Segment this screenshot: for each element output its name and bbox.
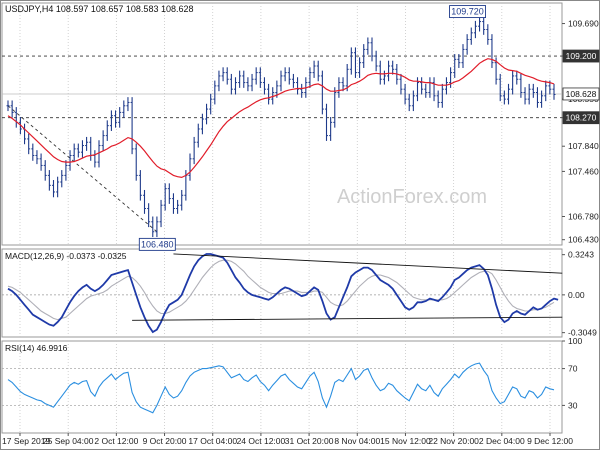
macd-y-tick-label: 0.3243 bbox=[568, 250, 594, 260]
current-price-label: 108.628 bbox=[566, 89, 597, 99]
macd-header: MACD(12,26,9) -0.0373 -0.0325 bbox=[5, 251, 127, 261]
watermark: ActionForex.com bbox=[337, 186, 487, 208]
chart-frame bbox=[0, 0, 600, 450]
rsi-y-tick-label: 70 bbox=[568, 364, 578, 374]
rsi-y-tick-label: 30 bbox=[568, 400, 578, 410]
chart-container: 17 Sep 2019 25 Sep 04:00 2 Oct 12:00 9 Oct … bbox=[0, 0, 600, 450]
x-tick-label: 25 Sep 04:00 bbox=[43, 436, 94, 446]
price-annotation-label: 106.480 bbox=[141, 239, 174, 249]
price-y-tick-label: 106.780 bbox=[568, 211, 599, 221]
macd-y-tick-label: 0.00 bbox=[568, 290, 585, 300]
price-annotation-label: 109.720 bbox=[451, 7, 484, 17]
price-y-tick-label: 106.430 bbox=[568, 235, 599, 245]
x-tick-label: 22 Nov 20:00 bbox=[428, 436, 479, 446]
x-tick-label: 31 Oct 20:00 bbox=[285, 436, 334, 446]
x-tick-label: 15 Nov 12:00 bbox=[380, 436, 431, 446]
x-tick-label: 9 Dec 12:00 bbox=[527, 436, 573, 446]
rsi-y-tick-label: 100 bbox=[568, 336, 582, 346]
x-tick-label: 2 Dec 04:00 bbox=[479, 436, 525, 446]
level-label: 109.200 bbox=[566, 51, 597, 61]
x-tick-label: 24 Oct 12:00 bbox=[237, 436, 286, 446]
forex-chart-svg: 17 Sep 201925 Sep 04:00 2 Oct 12:00 9 Oct … bbox=[0, 0, 600, 450]
x-tick-label: 9 Oct 20:00 bbox=[143, 436, 187, 446]
price-header: USDJPY,H4 108.597 108.657 108.583 108.62… bbox=[5, 4, 194, 14]
price-y-tick-label: 107.460 bbox=[568, 166, 599, 176]
x-tick-label: 2 Oct 12:00 bbox=[94, 436, 138, 446]
rsi-header: RSI(14) 46.9916 bbox=[5, 343, 68, 353]
x-tick-label: 17 Oct 04:00 bbox=[188, 436, 237, 446]
x-tick-label: 8 Nov 04:00 bbox=[334, 436, 380, 446]
price-y-tick-label: 107.840 bbox=[568, 141, 599, 151]
price-y-tick-label: 109.690 bbox=[568, 19, 599, 29]
level-label: 108.270 bbox=[566, 113, 597, 123]
